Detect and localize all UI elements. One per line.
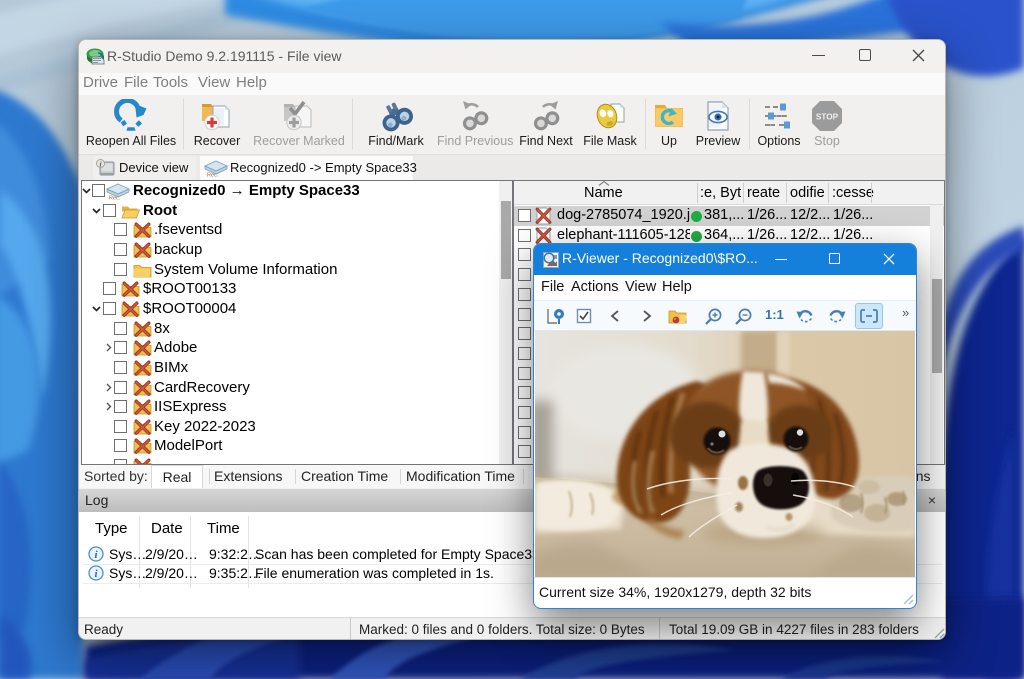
- svg-text:Rec.: Rec.: [207, 173, 219, 178]
- svg-text:STOP: STOP: [816, 113, 839, 122]
- svg-text:Rec.: Rec.: [109, 196, 121, 201]
